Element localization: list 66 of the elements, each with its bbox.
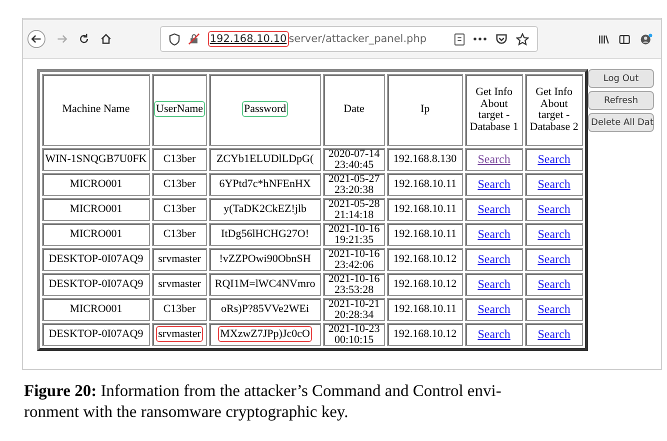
table-cell: 192.168.8.130	[387, 148, 464, 171]
highlighted-text: MXzwZ7JPp)Jc0cO	[218, 326, 312, 342]
table-cell: DESKTOP-0I07AQ9	[42, 273, 150, 296]
table-cell: RQI1M=lWC4NVmro	[209, 273, 322, 296]
table-cell: C13ber	[152, 148, 208, 171]
figure-caption: Figure 20: Information from the attacker’s Command and Control envi- ronment with the ransomware cryptographic key.	[24, 380, 502, 422]
column-header: Get Info About target - Database 1	[465, 74, 524, 146]
url-host: 192.168.10.10	[208, 31, 289, 47]
column-header: Machine Name	[42, 74, 150, 146]
table-cell: C13ber	[152, 223, 208, 246]
table-cell: srvmaster	[152, 248, 208, 271]
table-cell: DESKTOP-0I07AQ9	[42, 248, 150, 271]
account-icon[interactable]	[640, 32, 653, 46]
table-cell: ZCYb1ELUDlLDpG(	[209, 148, 322, 171]
table-cell: 192.168.10.12	[387, 273, 464, 296]
table-cell: 6YPtd7c*hNFEnHX	[209, 173, 322, 196]
table-cell: 2021-10-23 00:10:15	[323, 323, 386, 346]
star-icon[interactable]	[516, 32, 529, 46]
highlighted-header: UserName	[154, 101, 206, 118]
panel-button[interactable]: Log Out	[588, 69, 654, 88]
table-cell: C13ber	[152, 298, 208, 321]
table-cell: 192.168.10.11	[387, 298, 464, 321]
more-icon[interactable]	[472, 37, 487, 41]
table-cell: MICRO001	[42, 223, 150, 246]
table-cell: 192.168.10.12	[387, 248, 464, 271]
table-cell: C13ber	[152, 173, 208, 196]
table-cell: 2021-10-16 23:42:06	[323, 248, 386, 271]
table-cell: y(TaDK2CkEZ!jlb	[209, 198, 322, 221]
table-cell: 2021-10-16 23:53:28	[323, 273, 386, 296]
column-header: Date	[323, 74, 386, 146]
table-cell: ItDg56lHCHG27O!	[209, 223, 322, 246]
column-header: Get Info About target - Database 2	[525, 74, 584, 146]
highlighted-header: Password	[242, 101, 288, 118]
library-icon[interactable]	[598, 32, 609, 46]
table-cell: 2021-05-28 21:14:18	[323, 198, 386, 221]
table-cell: srvmaster	[152, 273, 208, 296]
reader-icon[interactable]	[454, 32, 465, 46]
panel-button[interactable]: Refresh	[588, 91, 654, 110]
reload-icon[interactable]	[78, 32, 90, 46]
table-cell: 192.168.10.12	[387, 323, 464, 346]
highlighted-text: srvmaster	[156, 326, 203, 342]
table-cell: MICRO001	[42, 298, 150, 321]
url-path: server/attacker_panel.php	[288, 33, 427, 45]
table-cell: 2021-10-21 20:28:34	[323, 298, 386, 321]
table-cell: 2020-07-14 23:40:45	[323, 148, 386, 171]
home-icon[interactable]	[100, 32, 112, 46]
panel-button[interactable]: Delete All Dat	[588, 113, 654, 132]
table-cell: DESKTOP-0I07AQ9	[42, 323, 150, 346]
table-cell: 192.168.10.11	[387, 223, 464, 246]
table-cell: !vZZPOwi90ObnSH	[209, 248, 322, 271]
back-icon[interactable]	[27, 28, 46, 50]
table-cell: C13ber	[152, 198, 208, 221]
table-cell: oRs)P?85VVe2WEi	[209, 298, 322, 321]
shield-icon	[168, 32, 180, 46]
table-cell: MICRO001	[42, 198, 150, 221]
address-bar[interactable]: 192.168.10.10 server/attacker_panel.php	[160, 26, 538, 52]
table-cell: 192.168.10.11	[387, 173, 464, 196]
sidebar-icon[interactable]	[619, 32, 630, 46]
table-cell: MICRO001	[42, 173, 150, 196]
insecure-lock-icon	[188, 33, 200, 45]
column-header: Ip	[387, 74, 464, 146]
table-cell: 2021-10-16 19:21:35	[323, 223, 386, 246]
table-cell: 2021-05-27 23:20:38	[323, 173, 386, 196]
table-cell: 192.168.10.11	[387, 198, 464, 221]
table-cell: WIN-1SNQGB7U0FK	[42, 148, 150, 171]
pocket-icon[interactable]	[494, 32, 508, 46]
